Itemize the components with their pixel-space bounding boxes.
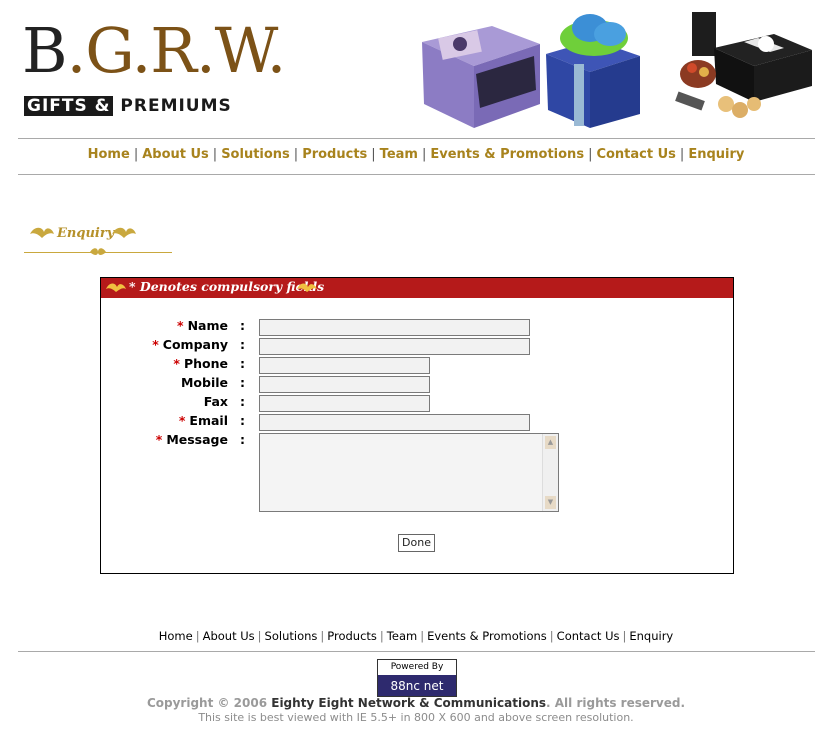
mobile-label: Mobile xyxy=(180,375,228,390)
footer-nav-products[interactable]: Products xyxy=(327,629,377,643)
footer-nav-solutions[interactable]: Solutions xyxy=(265,629,318,643)
logo-subtitle: GIFTS & PREMIUMS xyxy=(24,96,232,116)
nav-enquiry[interactable]: Enquiry xyxy=(688,147,744,162)
form-header-bar: * Denotes compulsory fields xyxy=(101,278,733,298)
fax-label: Fax xyxy=(203,394,228,409)
powered-by-label: Powered By xyxy=(378,660,456,675)
site-logo[interactable]: B.G.R.W. GIFTS & PREMIUMS xyxy=(22,12,286,124)
company-name: Eighty Eight Network & Communications xyxy=(271,696,547,710)
nav-solutions[interactable]: Solutions xyxy=(221,147,290,162)
blue-gift-box-illustration xyxy=(546,14,640,128)
nav-contact-us[interactable]: Contact Us xyxy=(596,147,675,162)
hero-gift-boxes-image xyxy=(414,4,814,132)
company-field[interactable] xyxy=(259,338,530,355)
email-label: * Email xyxy=(178,413,228,428)
header-divider-top xyxy=(18,138,815,139)
fax-field[interactable] xyxy=(259,395,430,412)
footer-nav-enquiry[interactable]: Enquiry xyxy=(629,629,673,643)
footer-navigation: Home | About Us | Solutions | Products | Team | Ev… xyxy=(158,629,674,643)
message-label: * Message xyxy=(155,432,228,447)
nav-about-us[interactable]: About Us xyxy=(142,147,209,162)
resolution-note: This site is best viewed with IE 5.5+ in… xyxy=(198,711,634,724)
scroll-down-arrow-icon[interactable]: ▼ xyxy=(545,496,556,509)
footer-divider xyxy=(18,651,815,652)
company-label: * Company xyxy=(152,337,228,352)
phone-label: * Phone xyxy=(173,356,228,371)
footer-nav-team[interactable]: Team xyxy=(387,629,417,643)
underline-ornament-icon xyxy=(90,248,106,255)
footer-nav-home[interactable]: Home xyxy=(159,629,193,643)
phone-field[interactable] xyxy=(259,357,430,374)
scroll-up-arrow-icon[interactable]: ▲ xyxy=(545,436,556,449)
flourish-right-icon xyxy=(112,227,136,238)
powered-by-badge[interactable]: Powered By 88nc net xyxy=(377,659,457,697)
enquiry-form-panel: * Denotes compulsory fields * Name : * Com… xyxy=(100,277,734,574)
page-title: Enquiry xyxy=(57,226,115,241)
mobile-field[interactable] xyxy=(259,376,430,393)
nav-products[interactable]: Products xyxy=(302,147,367,162)
footer-nav-contact-us[interactable]: Contact Us xyxy=(557,629,620,643)
message-scrollbar[interactable]: ▲ ▼ xyxy=(542,434,558,511)
message-textarea[interactable]: ▲ ▼ xyxy=(259,433,559,512)
footer-nav-events-promotions[interactable]: Events & Promotions xyxy=(427,629,547,643)
header-divider-bottom xyxy=(18,174,815,175)
page-heading: Enquiry xyxy=(24,222,174,258)
flourish-left-icon xyxy=(30,227,54,238)
logo-letters: B.G.R.W. xyxy=(22,14,286,87)
flourish-right-icon xyxy=(297,283,317,292)
flourish-left-icon xyxy=(106,283,126,292)
email-field[interactable] xyxy=(259,414,530,431)
purple-gift-box-illustration xyxy=(422,26,540,128)
copyright-text: Copyright © 2006 Eighty Eight Network & … xyxy=(146,696,686,710)
nav-team[interactable]: Team xyxy=(380,147,418,162)
done-button[interactable]: Done xyxy=(398,534,435,552)
name-field[interactable] xyxy=(259,319,530,336)
footer-nav-about-us[interactable]: About Us xyxy=(203,629,255,643)
nav-home[interactable]: Home xyxy=(88,147,130,162)
nav-events-promotions[interactable]: Events & Promotions xyxy=(430,147,584,162)
name-label: * Name xyxy=(177,318,228,333)
black-gift-hamper-illustration xyxy=(675,12,812,118)
top-navigation: Home | About Us | Solutions | Products | Team | Ev… xyxy=(87,147,745,162)
powered-by-logo: 88nc net xyxy=(390,679,444,693)
